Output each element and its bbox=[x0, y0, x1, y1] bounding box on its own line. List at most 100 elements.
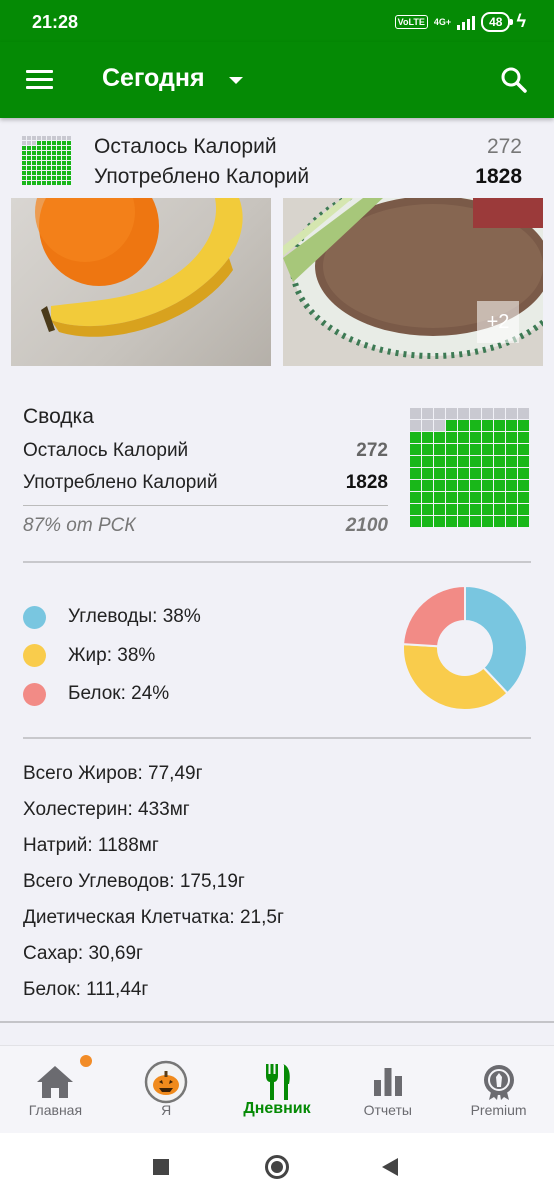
grid-cell bbox=[57, 181, 61, 185]
grid-cell bbox=[422, 492, 433, 503]
nav-me-label: Я bbox=[161, 1102, 172, 1118]
nav-home-label: Главная bbox=[28, 1102, 83, 1118]
grid-cell bbox=[446, 444, 457, 455]
grid-cell bbox=[422, 420, 433, 431]
home-button[interactable] bbox=[265, 1155, 289, 1179]
grid-cell bbox=[446, 492, 457, 503]
grid-cell bbox=[62, 146, 66, 150]
grid-cell bbox=[42, 176, 46, 180]
macro-color-dot bbox=[23, 644, 46, 668]
grid-cell bbox=[518, 432, 529, 443]
grid-cell bbox=[67, 151, 71, 155]
grid-cell bbox=[410, 432, 421, 443]
grid-cell bbox=[518, 468, 529, 479]
grid-cell bbox=[410, 456, 421, 467]
grid-cell bbox=[57, 171, 61, 175]
grid-cell bbox=[52, 156, 56, 160]
grid-cell bbox=[52, 151, 56, 155]
grid-cell bbox=[42, 181, 46, 185]
nav-premium[interactable]: Premium bbox=[443, 1046, 554, 1133]
grid-cell bbox=[410, 504, 421, 515]
nav-home[interactable]: Главная bbox=[0, 1046, 111, 1133]
nav-me[interactable]: Я bbox=[111, 1046, 222, 1133]
bar-chart-icon bbox=[373, 1068, 402, 1096]
content-end-divider bbox=[0, 1021, 554, 1023]
status-icons: VoLTE 4G+ 48 ϟ bbox=[394, 11, 526, 32]
grid-cell bbox=[446, 456, 457, 467]
grid-cell bbox=[67, 146, 71, 150]
nutrient-item: Диетическая Клетчатка: 21,5г bbox=[23, 907, 284, 928]
meal-photo-fruit[interactable] bbox=[11, 198, 271, 366]
grid-cell bbox=[518, 408, 529, 419]
nutrient-item: Белок: 111,44г bbox=[23, 979, 149, 1000]
grid-cell bbox=[37, 161, 41, 165]
grid-cell bbox=[482, 468, 493, 479]
grid-cell bbox=[434, 504, 445, 515]
date-selector[interactable]: Сегодня bbox=[102, 64, 205, 93]
status-time: 21:28 bbox=[32, 12, 79, 32]
grid-cell bbox=[470, 456, 481, 467]
grid-cell bbox=[434, 516, 445, 527]
notification-dot bbox=[80, 1055, 92, 1067]
grid-cell bbox=[434, 492, 445, 503]
grid-cell bbox=[47, 146, 51, 150]
grid-cell bbox=[47, 171, 51, 175]
grid-cell bbox=[458, 408, 469, 419]
grid-cell bbox=[494, 456, 505, 467]
goal-percent-label: 87% от РСК bbox=[23, 515, 136, 536]
consumed-calories-label: Употреблено Калорий bbox=[94, 165, 310, 188]
grid-cell bbox=[458, 516, 469, 527]
macro-label: Углеводы: 38% bbox=[68, 606, 201, 628]
grid-cell bbox=[482, 420, 493, 431]
grid-cell bbox=[47, 166, 51, 170]
grid-cell bbox=[42, 141, 46, 145]
menu-icon[interactable] bbox=[26, 70, 53, 90]
search-icon[interactable] bbox=[500, 66, 528, 94]
grid-cell bbox=[52, 136, 56, 140]
grid-cell bbox=[410, 444, 421, 455]
meal-photo-buckwheat[interactable]: +2 bbox=[283, 198, 543, 366]
more-photos-badge[interactable]: +2 bbox=[477, 301, 519, 343]
battery-icon: 48 bbox=[481, 11, 514, 32]
grid-cell bbox=[470, 420, 481, 431]
grid-cell bbox=[518, 504, 529, 515]
grid-cell bbox=[494, 420, 505, 431]
grid-cell bbox=[482, 408, 493, 419]
grid-cell bbox=[42, 161, 46, 165]
grid-cell bbox=[32, 176, 36, 180]
grid-cell bbox=[494, 444, 505, 455]
grid-cell bbox=[482, 480, 493, 491]
app-bar: Сегодня bbox=[0, 42, 554, 118]
premium-badge-icon bbox=[483, 1065, 514, 1100]
recents-button[interactable] bbox=[153, 1159, 169, 1175]
grid-cell bbox=[506, 444, 517, 455]
nav-reports[interactable]: Отчеты bbox=[332, 1046, 443, 1133]
grid-cell bbox=[32, 156, 36, 160]
grid-cell bbox=[37, 171, 41, 175]
grid-cell bbox=[37, 136, 41, 140]
consumed-calories-row: Употреблено Калорий 1828 bbox=[94, 165, 522, 189]
grid-cell bbox=[52, 161, 56, 165]
grid-cell bbox=[57, 156, 61, 160]
grid-cell bbox=[67, 161, 71, 165]
back-button[interactable] bbox=[382, 1158, 398, 1176]
grid-cell bbox=[47, 156, 51, 160]
macro-label: Жир: 38% bbox=[68, 644, 156, 666]
grid-cell bbox=[47, 141, 51, 145]
summary-consumed-value: 1828 bbox=[345, 472, 388, 493]
grid-cell bbox=[470, 516, 481, 527]
nutrient-item: Всего Жиров: 77,49г bbox=[23, 763, 203, 784]
grid-cell bbox=[22, 151, 26, 155]
home-icon bbox=[37, 1066, 74, 1098]
summary-consumed-label: Употреблено Калорий bbox=[23, 472, 218, 493]
grid-cell bbox=[47, 136, 51, 140]
calorie-progress-grid bbox=[410, 408, 532, 530]
grid-cell bbox=[434, 456, 445, 467]
nav-diary[interactable]: Дневник bbox=[222, 1046, 333, 1133]
chevron-down-icon[interactable] bbox=[229, 77, 243, 84]
grid-cell bbox=[37, 181, 41, 185]
nav-premium-label: Premium bbox=[470, 1102, 527, 1118]
grid-cell bbox=[67, 156, 71, 160]
grid-cell bbox=[42, 166, 46, 170]
grid-cell bbox=[506, 432, 517, 443]
